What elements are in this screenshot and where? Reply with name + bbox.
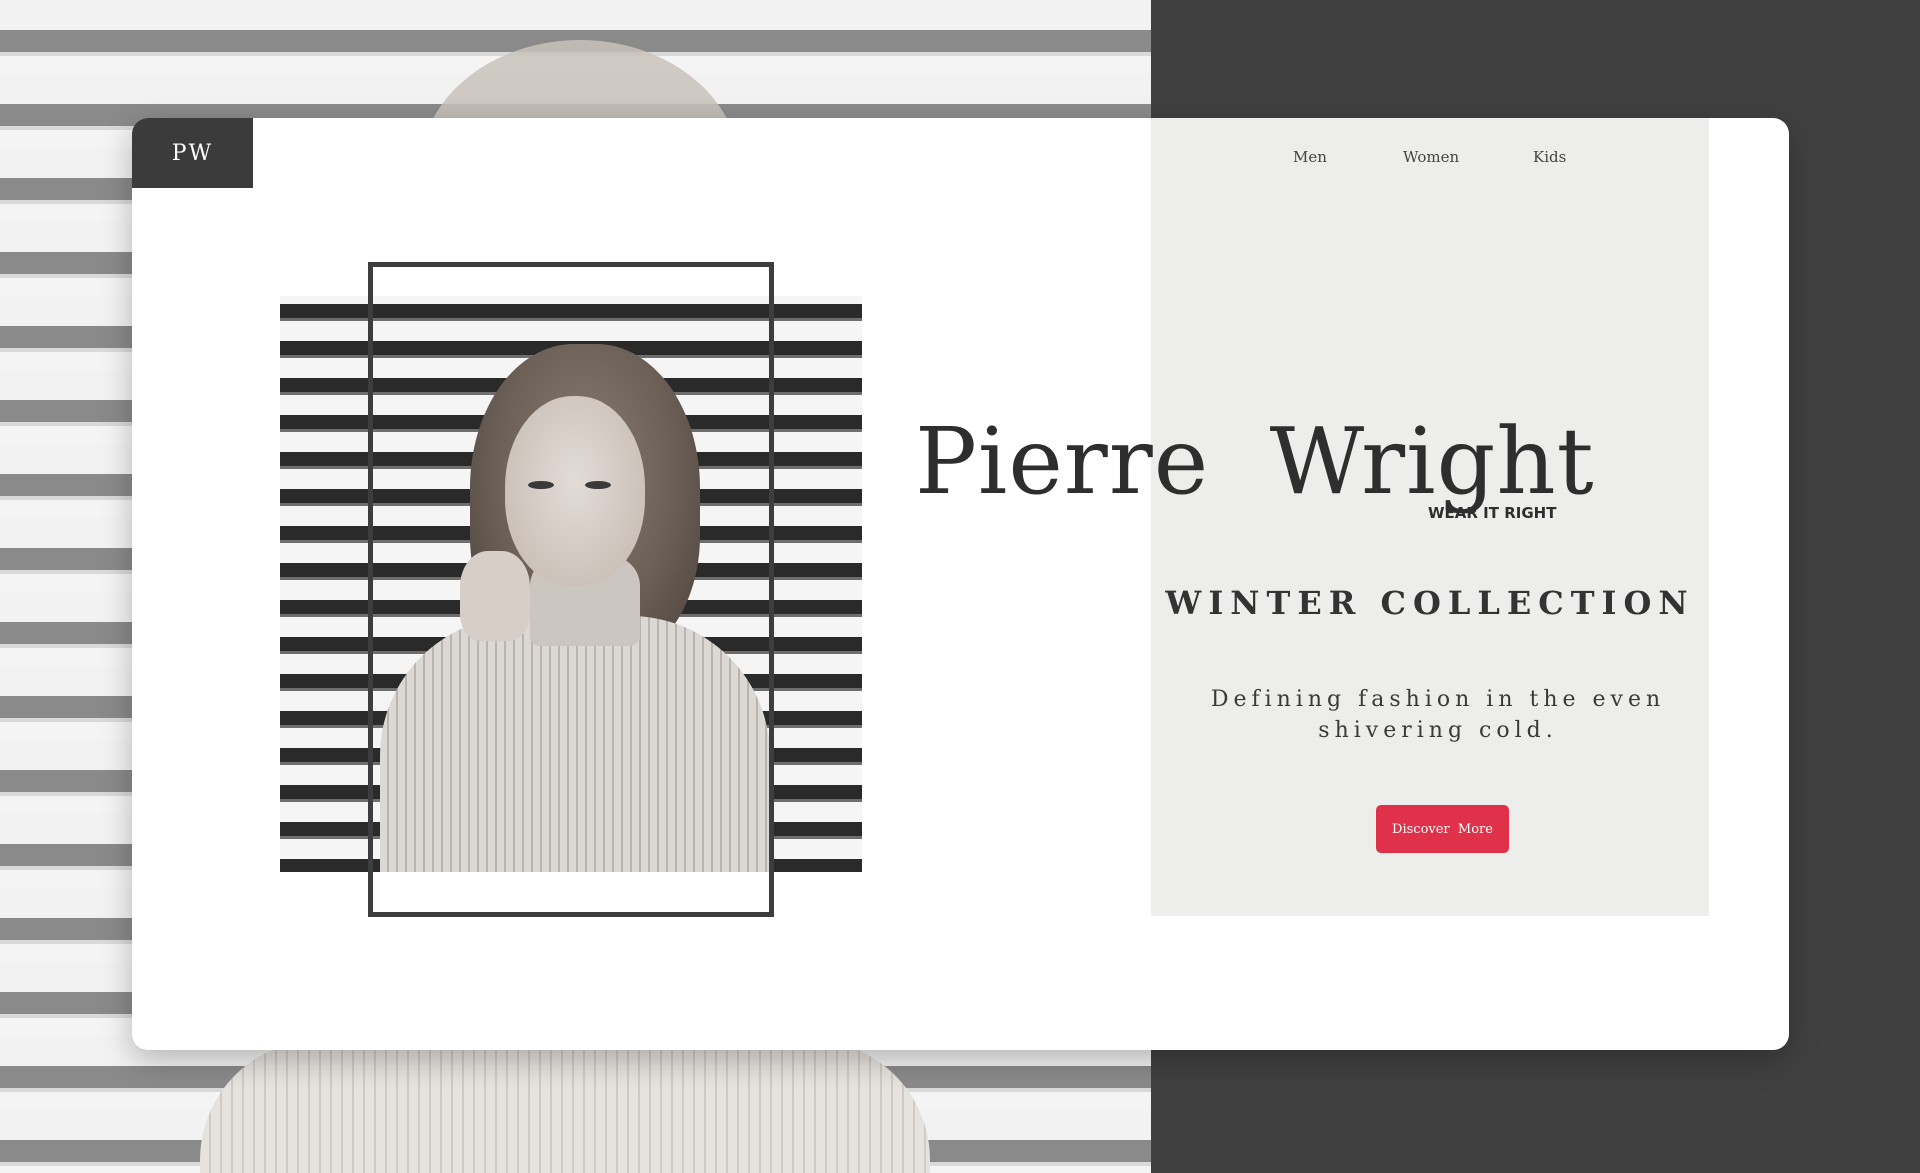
nav-item-women[interactable]: Women	[1403, 148, 1459, 166]
brand-name: Pierre Wright	[915, 408, 1595, 515]
collection-description: Defining fashion in the even shivering c…	[1210, 687, 1666, 743]
nav-item-kids[interactable]: Kids	[1533, 148, 1566, 166]
brand-logo[interactable]: PW	[132, 118, 253, 188]
hero-card: PW Men Women Kids Pierre Wright WEAR IT …	[132, 118, 1789, 1050]
background-model-sweater	[200, 1040, 930, 1173]
photo-frame	[368, 262, 774, 917]
nav-item-men[interactable]: Men	[1293, 148, 1327, 166]
discover-more-button[interactable]: Discover More	[1376, 805, 1509, 853]
collection-title: WINTER COLLECTION	[1165, 584, 1695, 622]
brand-tagline: WEAR IT RIGHT	[1428, 504, 1557, 522]
